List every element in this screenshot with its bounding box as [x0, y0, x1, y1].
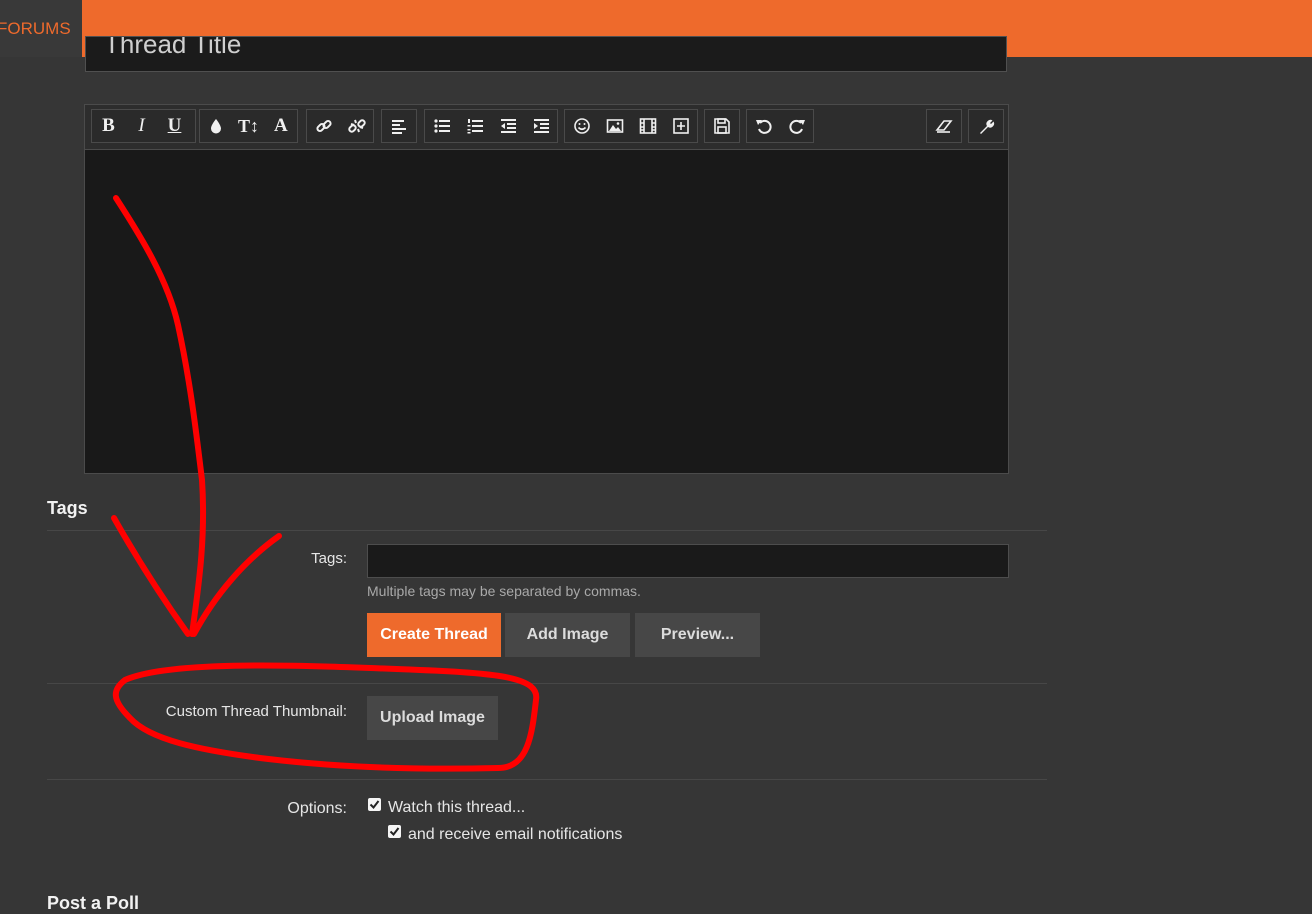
tags-input[interactable] — [367, 544, 1009, 578]
outdent-icon — [500, 119, 516, 133]
link-icon — [315, 119, 332, 133]
redo-button[interactable] — [780, 110, 813, 142]
checkmark-icon — [389, 827, 400, 837]
add-image-button[interactable]: Add Image — [505, 613, 630, 657]
unlink-icon — [347, 119, 366, 133]
italic-button[interactable]: I — [125, 110, 158, 142]
toolbar-group-align — [381, 109, 417, 143]
create-thread-button[interactable]: Create Thread — [367, 613, 501, 657]
tags-hint: Multiple tags may be separated by commas… — [367, 583, 641, 599]
insert-more-button[interactable] — [664, 110, 697, 142]
toolbar-group-history — [746, 109, 814, 143]
toolbar-group-link — [306, 109, 374, 143]
bold-button[interactable]: B — [92, 110, 125, 142]
toolbar-group-draft — [704, 109, 740, 143]
email-notifications-checkbox[interactable] — [388, 825, 401, 838]
align-button[interactable] — [382, 110, 415, 142]
toolbar-group-tools — [968, 109, 1004, 143]
eraser-icon — [934, 120, 953, 133]
unlink-button[interactable] — [340, 110, 373, 142]
align-left-icon — [391, 120, 406, 134]
insert-media-button[interactable] — [631, 110, 664, 142]
droplet-icon — [211, 119, 222, 134]
poll-section-heading: Post a Poll — [47, 893, 140, 913]
bullet-list-button[interactable] — [425, 110, 458, 142]
section-divider — [47, 779, 1047, 780]
indent-button[interactable] — [524, 110, 557, 142]
toolbar-group-text-style: B I U — [91, 109, 196, 143]
upload-image-button[interactable]: Upload Image — [367, 696, 498, 740]
outdent-button[interactable] — [491, 110, 524, 142]
insert-image-button[interactable] — [598, 110, 631, 142]
options-label: Options: — [287, 800, 347, 817]
wrench-icon — [979, 119, 994, 134]
checkmark-icon — [369, 800, 380, 810]
forums-tab[interactable]: FORUMS — [0, 0, 82, 57]
font-size-button[interactable]: T↕ — [232, 110, 264, 142]
toolbar-group-font: T↕ A — [199, 109, 298, 143]
toolbar-group-list — [424, 109, 558, 143]
bullet-list-icon — [433, 119, 450, 133]
smilie-button[interactable] — [565, 110, 598, 142]
tags-label: Tags: — [311, 550, 347, 567]
editor-content-area[interactable] — [85, 150, 1008, 473]
image-icon — [606, 119, 623, 133]
annotation-arrow-head-left — [111, 515, 191, 637]
section-divider — [47, 530, 1047, 531]
watch-thread-label[interactable]: Watch this thread... — [388, 799, 525, 817]
save-draft-button[interactable] — [705, 110, 738, 142]
custom-thumbnail-label: Custom Thread Thumbnail: — [165, 703, 347, 720]
film-icon — [639, 118, 656, 134]
watch-thread-checkbox[interactable] — [368, 798, 381, 811]
thread-title-input[interactable]: Thread Title — [85, 36, 1007, 72]
text-color-button[interactable] — [200, 110, 232, 142]
remove-formatting-button[interactable] — [927, 110, 960, 142]
tools-button[interactable] — [969, 110, 1002, 142]
thread-title-text: Thread Title — [104, 36, 242, 59]
section-divider — [47, 683, 1047, 684]
underline-button[interactable]: U — [158, 110, 191, 142]
undo-icon — [755, 119, 772, 134]
floppy-disk-icon — [713, 118, 730, 134]
toolbar-group-insert — [564, 109, 698, 143]
preview-button[interactable]: Preview... — [635, 613, 760, 657]
undo-button[interactable] — [747, 110, 780, 142]
email-notifications-label[interactable]: and receive email notifications — [408, 826, 622, 844]
toolbar-group-remove-format — [926, 109, 962, 143]
indent-icon — [533, 119, 549, 133]
numbered-list-button[interactable] — [458, 110, 491, 142]
editor-toolbar: B I U T↕ A — [85, 105, 1008, 150]
link-button[interactable] — [307, 110, 340, 142]
tags-section-heading: Tags — [47, 498, 88, 518]
smiley-icon — [573, 118, 590, 134]
font-family-button[interactable]: A — [265, 110, 297, 142]
message-editor: B I U T↕ A — [84, 104, 1009, 474]
numbered-list-icon — [467, 119, 483, 134]
plus-square-icon — [672, 118, 689, 134]
redo-icon — [788, 119, 805, 134]
